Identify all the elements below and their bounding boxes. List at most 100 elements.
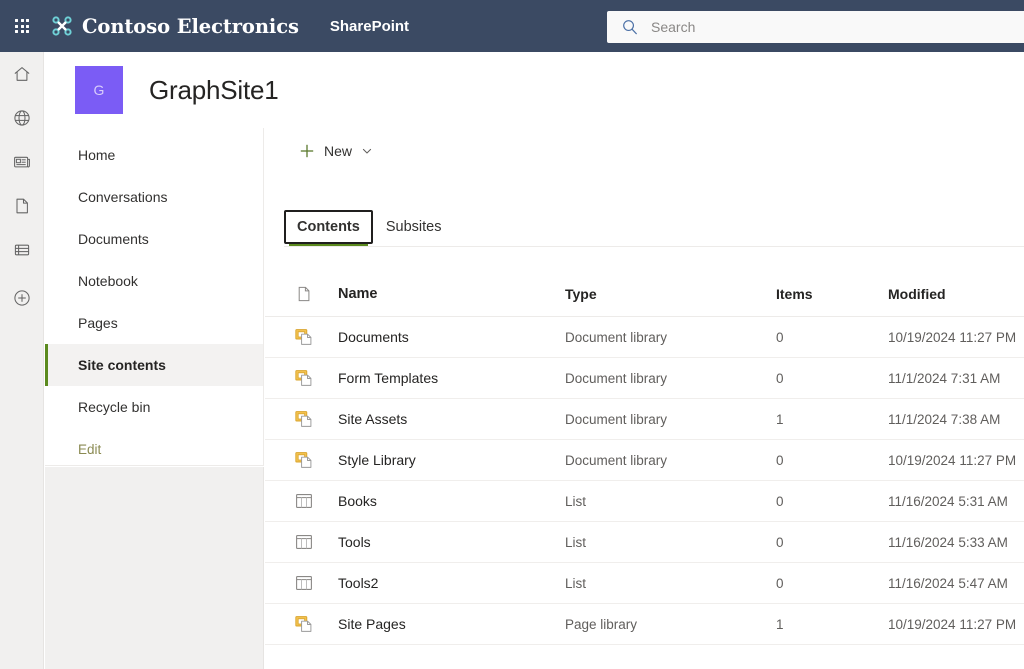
column-header-icon[interactable] [294,284,338,304]
site-navigation: Home Conversations Documents Notebook Pa… [45,128,264,466]
sidebar-item-site-contents[interactable]: Site contents [45,344,263,386]
search-icon [621,18,639,36]
sidebar-item-conversations[interactable]: Conversations [45,176,263,218]
column-header-type[interactable]: Type [565,286,776,302]
tab-contents[interactable]: Contents [284,210,373,244]
row-icon [294,327,338,347]
app-launcher-button[interactable] [0,0,44,52]
row-name[interactable]: Site Assets [338,411,565,427]
app-rail [0,52,44,669]
table-row[interactable]: Form TemplatesDocument library011/1/2024… [265,358,1024,399]
rail-item-news[interactable] [0,140,44,184]
row-items: 0 [776,576,888,591]
table-row[interactable]: Tools2List011/16/2024 5:47 AM [265,563,1024,604]
row-icon [294,491,338,511]
column-header-items[interactable]: Items [776,286,888,302]
sidebar-item-label: Site contents [78,357,166,373]
row-name[interactable]: Style Library [338,452,565,468]
row-items: 1 [776,617,888,632]
site-header: G GraphSite1 [44,52,1024,128]
new-button[interactable]: New [293,135,378,167]
suite-app-name[interactable]: SharePoint [330,18,409,35]
row-items: 0 [776,453,888,468]
rail-item-lists[interactable] [0,228,44,272]
row-items: 0 [776,494,888,509]
row-modified: 10/19/2024 11:27 PM [888,617,1024,632]
row-icon [294,614,338,634]
main-content: New Contents Subsites Name Type Items [265,128,1024,669]
rail-item-my-sites[interactable] [0,96,44,140]
rail-item-create[interactable] [0,276,44,320]
row-name[interactable]: Site Pages [338,616,565,632]
sidebar-empty-area [45,467,264,669]
sidebar-item-label: Conversations [78,189,168,205]
brand-link[interactable]: Contoso Electronics [50,14,299,38]
tab-label: Contents [297,219,360,235]
globe-icon [12,108,32,128]
row-name[interactable]: Tools2 [338,575,565,591]
chevron-down-icon [362,146,372,156]
table-header-row: Name Type Items Modified [265,271,1024,317]
row-type: List [565,535,776,550]
tabs-divider [284,246,1024,247]
page-icon [12,196,32,216]
row-modified: 11/1/2024 7:38 AM [888,412,1024,427]
row-modified: 10/19/2024 11:27 PM [888,330,1024,345]
row-items: 1 [776,412,888,427]
search-box[interactable] [607,11,1024,43]
tab-list: Contents Subsites [265,202,1024,244]
command-bar: New [265,128,1024,174]
row-items: 0 [776,371,888,386]
sidebar-item-label: Pages [78,315,118,331]
row-type: Page library [565,617,776,632]
tab-subsites[interactable]: Subsites [373,210,455,244]
sidebar-item-notebook[interactable]: Notebook [45,260,263,302]
sidebar-edit-button[interactable]: Edit [45,428,263,470]
row-name[interactable]: Books [338,493,565,509]
document-library-icon [294,409,314,429]
page-title[interactable]: GraphSite1 [149,75,279,106]
row-icon [294,368,338,388]
plus-icon [299,143,315,159]
sidebar-item-label: Documents [78,231,149,247]
row-modified: 11/1/2024 7:31 AM [888,371,1024,386]
home-icon [12,64,32,84]
new-button-label: New [324,143,352,159]
plus-circle-icon [12,288,32,308]
list-icon [294,573,314,593]
row-type: Document library [565,412,776,427]
site-contents-table: Name Type Items Modified DocumentsDocume… [265,271,1024,645]
row-type: List [565,576,776,591]
brand-name: Contoso Electronics [82,15,299,38]
table-body: DocumentsDocument library010/19/2024 11:… [265,317,1024,645]
sidebar-item-home[interactable]: Home [45,134,263,176]
suite-header: Contoso Electronics SharePoint [0,0,1024,52]
column-header-name[interactable]: Name [338,286,565,302]
search-input[interactable] [651,12,1011,42]
document-library-icon [294,614,314,634]
row-name[interactable]: Form Templates [338,370,565,386]
sidebar-item-documents[interactable]: Documents [45,218,263,260]
list-icon [294,491,314,511]
row-modified: 10/19/2024 11:27 PM [888,453,1024,468]
sidebar-item-label: Recycle bin [78,399,150,415]
column-header-modified[interactable]: Modified [888,286,1024,302]
table-row[interactable]: DocumentsDocument library010/19/2024 11:… [265,317,1024,358]
row-icon [294,409,338,429]
table-row[interactable]: Site AssetsDocument library111/1/2024 7:… [265,399,1024,440]
table-row[interactable]: ToolsList011/16/2024 5:33 AM [265,522,1024,563]
row-modified: 11/16/2024 5:33 AM [888,535,1024,550]
table-row[interactable]: BooksList011/16/2024 5:31 AM [265,481,1024,522]
row-name[interactable]: Tools [338,534,565,550]
rail-item-files[interactable] [0,184,44,228]
rail-item-home[interactable] [0,52,44,96]
table-row[interactable]: Site PagesPage library110/19/2024 11:27 … [265,604,1024,645]
sidebar-item-pages[interactable]: Pages [45,302,263,344]
row-items: 0 [776,330,888,345]
sidebar-item-recycle-bin[interactable]: Recycle bin [45,386,263,428]
table-row[interactable]: Style LibraryDocument library010/19/2024… [265,440,1024,481]
document-library-icon [294,450,314,470]
row-name[interactable]: Documents [338,329,565,345]
site-logo[interactable]: G [75,66,123,114]
news-icon [12,152,32,172]
